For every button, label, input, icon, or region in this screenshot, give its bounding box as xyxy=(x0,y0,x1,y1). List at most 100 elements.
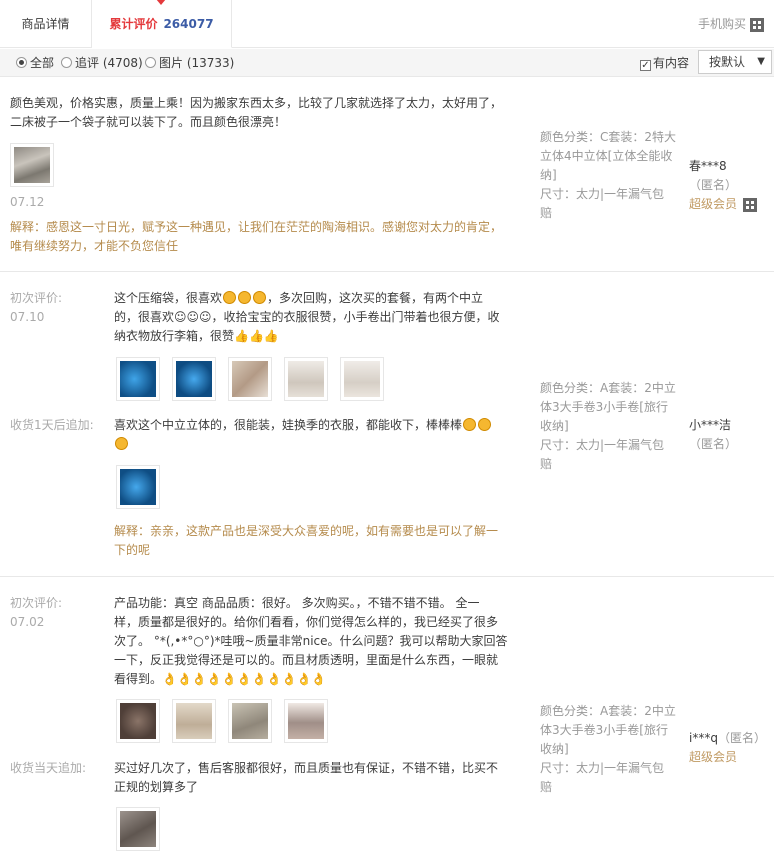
review-2-date: 07.10 xyxy=(10,310,45,324)
review-1-date: 07.12 xyxy=(10,195,45,209)
sku-line: 纳] xyxy=(540,168,557,182)
smile-emoji-icon xyxy=(463,418,477,431)
vip-badge: 超级会员 xyxy=(689,750,738,764)
chevron-down-icon: ▼ xyxy=(757,56,765,67)
sku-line: 尺寸：太力|一年漏气包 xyxy=(540,187,665,201)
review-2-content-line: ，多次回购，这次买的套餐，有两个中立 xyxy=(267,291,484,305)
review-2-content-line: 的，很喜欢☺☺☺，收拾宝宝的衣服很赞，小手卷出门带着也很方便，收 xyxy=(114,310,500,324)
review-2-sku: 颜色分类：A套装：2中立 体3大手卷3小手卷[旅行 收纳] 尺寸：太力|一年漏气… xyxy=(540,379,680,474)
member-icon xyxy=(743,197,758,212)
review-3-append-line: 买过好几次了，售后客服都很好，而且质量也有保证，不错不错，比买不 xyxy=(114,761,499,775)
smile-emoji-icon xyxy=(238,291,252,304)
filter-has-content[interactable]: ✓ 有内容 xyxy=(640,49,689,77)
radio-icon xyxy=(145,57,156,68)
radio-icon xyxy=(61,57,72,68)
sku-line: 尺寸：太力|一年漏气包 xyxy=(540,761,665,775)
review-1-username: 春***8 xyxy=(689,159,727,173)
review-2-reply-line: 解释：亲亲，这款产品也是深受大众喜爱的呢，如有需要也是可以了解一 xyxy=(114,524,499,538)
review-3-initial-label: 初次评价: xyxy=(10,596,63,610)
review-2-content: 这个压缩袋，很喜欢 ，多次回购，这次买的套餐，有两个中立 的，很喜欢☺☺☺，收拾宝… xyxy=(114,289,514,346)
review-2-reply-line: 下的呢 xyxy=(114,543,151,557)
review-2-photo[interactable] xyxy=(116,357,160,401)
anonymous-tag: （匿名） xyxy=(717,731,766,745)
review-2-photo[interactable] xyxy=(172,357,216,401)
radio-checked-icon xyxy=(16,57,27,68)
review-2-append-label: 收货1天后追加: xyxy=(10,418,94,432)
review-2-append-content: 喜欢这个中立立体的，很能装，娃换季的衣服，都能收下，棒棒棒 xyxy=(114,416,514,454)
filter-pics-label: 图片 (13733) xyxy=(159,56,235,70)
review-2-content-line: 纳衣物放行李箱，很赞👍👍👍 xyxy=(114,329,279,343)
review-2-photo[interactable] xyxy=(340,357,384,401)
smile-emoji-icon xyxy=(253,291,267,304)
review-2-initial-label: 初次评价: xyxy=(10,291,63,305)
review-2-append-photo[interactable] xyxy=(116,465,160,509)
review-1-photo[interactable] xyxy=(10,143,54,187)
review-2-append-line: 喜欢这个中立立体的，很能装，娃换季的衣服，都能收下，棒棒棒 xyxy=(114,418,463,432)
tab-bar: 商品详情 累计评价 264077 手机购买 xyxy=(0,0,774,48)
vip-badge: 超级会员 xyxy=(689,197,738,211)
review-3-append-label: 收货当天追加: xyxy=(10,761,87,775)
sku-line: 体3大手卷3小手卷[旅行 xyxy=(540,400,668,414)
review-2-content-line: 这个压缩袋，很喜欢 xyxy=(114,291,223,305)
review-2-username: 小***洁 xyxy=(689,418,732,432)
mobile-buy-label: 手机购买 xyxy=(697,17,746,31)
qrcode-icon xyxy=(750,17,764,32)
review-2-photo[interactable] xyxy=(284,357,328,401)
review-3-sku: 颜色分类：A套装：2中立 体3大手卷3小手卷[旅行 收纳] 尺寸：太力|一年漏气… xyxy=(540,702,680,797)
sku-line: 收纳] xyxy=(540,742,569,756)
filter-append[interactable]: 追评 (4708) xyxy=(61,49,143,77)
sort-select[interactable]: 按默认 ▼ xyxy=(698,50,772,74)
divider xyxy=(0,576,774,577)
review-3-photo[interactable] xyxy=(172,699,216,743)
review-1-reply-line: 唯有继续努力，才能不负您信任 xyxy=(10,239,179,253)
filter-append-label: 追评 (4708) xyxy=(75,56,143,70)
review-3-photo[interactable] xyxy=(228,699,272,743)
sort-select-value: 按默认 xyxy=(709,55,746,69)
tab-reviews-label: 累计评价 xyxy=(109,17,158,31)
sku-line: 颜色分类：A套装：2中立 xyxy=(540,704,676,718)
review-2-seller-reply: 解释：亲亲，这款产品也是深受大众喜爱的呢，如有需要也是可以了解一 下的呢 xyxy=(114,522,514,560)
review-3-append-content: 买过好几次了，售后客服都很好，而且质量也有保证，不错不错，比买不 正规的划算多了 xyxy=(114,759,514,797)
review-3-content-line: 一下，反正我觉得还是可以的。而且材质透明，里面是什么东西，一眼就 xyxy=(114,653,499,667)
divider xyxy=(0,271,774,272)
review-1-content-line: 二床被子一个袋子就可以装下了。而且颜色很漂亮！ xyxy=(10,115,287,129)
sku-line: 收纳] xyxy=(540,419,569,433)
review-1-sku: 颜色分类：C套装：2特大 立体4中立体[立体全能收 纳] 尺寸：太力|一年漏气包… xyxy=(540,128,680,223)
smile-emoji-icon xyxy=(115,437,128,450)
mobile-buy-link[interactable]: 手机购买 xyxy=(698,0,764,48)
tab-reviews[interactable]: 累计评价 264077 xyxy=(92,0,232,48)
review-3-content-line: 次了。 °*(,•*°○°)*哇哦~质量非常nice。什么问题？我可以帮助大家回… xyxy=(114,634,508,648)
review-1-seller-reply: 解释：感恩这一寸日光，赋予这一种遇见，让我们在茫茫的陶海相识。感谢您对太力的肯定… xyxy=(10,218,520,256)
sku-line: 体3大手卷3小手卷[旅行 xyxy=(540,723,668,737)
filter-all-label: 全部 xyxy=(30,56,55,70)
sku-line: 赔 xyxy=(540,206,553,220)
review-1-content-line: 颜色美观，价格实惠，质量上乘！因为搬家东西太多，比较了几家就选择了太力，太好用了… xyxy=(10,96,503,110)
review-3-content-line: 样，质量都是很好的。给你们看看，你们觉得怎么样的，我已经买了很多 xyxy=(114,615,499,629)
review-1-user: 春***8 （匿名） 超级会员 xyxy=(689,157,774,214)
anonymous-tag: （匿名） xyxy=(689,437,738,451)
review-1-content: 颜色美观，价格实惠，质量上乘！因为搬家东西太多，比较了几家就选择了太力，太好用了… xyxy=(10,94,520,132)
review-3-content: 产品功能：真空 商品品质：很好。 多次购买。，不错不错不错。 全一 样，质量都是… xyxy=(114,594,514,689)
filter-all[interactable]: 全部 xyxy=(16,49,54,77)
sku-line: 颜色分类：C套装：2特大 xyxy=(540,130,677,144)
sku-line: 颜色分类：A套装：2中立 xyxy=(540,381,676,395)
review-3-photo[interactable] xyxy=(284,699,328,743)
review-3-date: 07.02 xyxy=(10,615,45,629)
review-3-photo[interactable] xyxy=(116,699,160,743)
sku-line: 立体4中立体[立体全能收 xyxy=(540,149,673,163)
review-filter-bar: 全部 追评 (4708) 图片 (13733) ✓ 有内容 按默认 ▼ xyxy=(0,49,774,77)
review-3-content-line: 产品功能：真空 商品品质：很好。 多次购买。，不错不错不错。 全一 xyxy=(114,596,480,610)
sku-line: 赔 xyxy=(540,780,553,794)
smile-emoji-icon xyxy=(478,418,492,431)
review-2-photo[interactable] xyxy=(228,357,272,401)
checkbox-checked-icon: ✓ xyxy=(640,60,651,71)
review-3-user: i***q（匿名） 超级会员 xyxy=(689,729,766,767)
reviews-count: 264077 xyxy=(163,17,214,31)
review-3-append-photo[interactable] xyxy=(116,807,160,851)
tab-product-detail[interactable]: 商品详情 xyxy=(0,0,92,48)
smile-emoji-icon xyxy=(223,291,237,304)
review-3-username: i***q xyxy=(689,731,718,745)
sku-line: 尺寸：太力|一年漏气包 xyxy=(540,438,665,452)
filter-has-content-label: 有内容 xyxy=(653,56,690,70)
filter-pics[interactable]: 图片 (13733) xyxy=(145,49,234,77)
